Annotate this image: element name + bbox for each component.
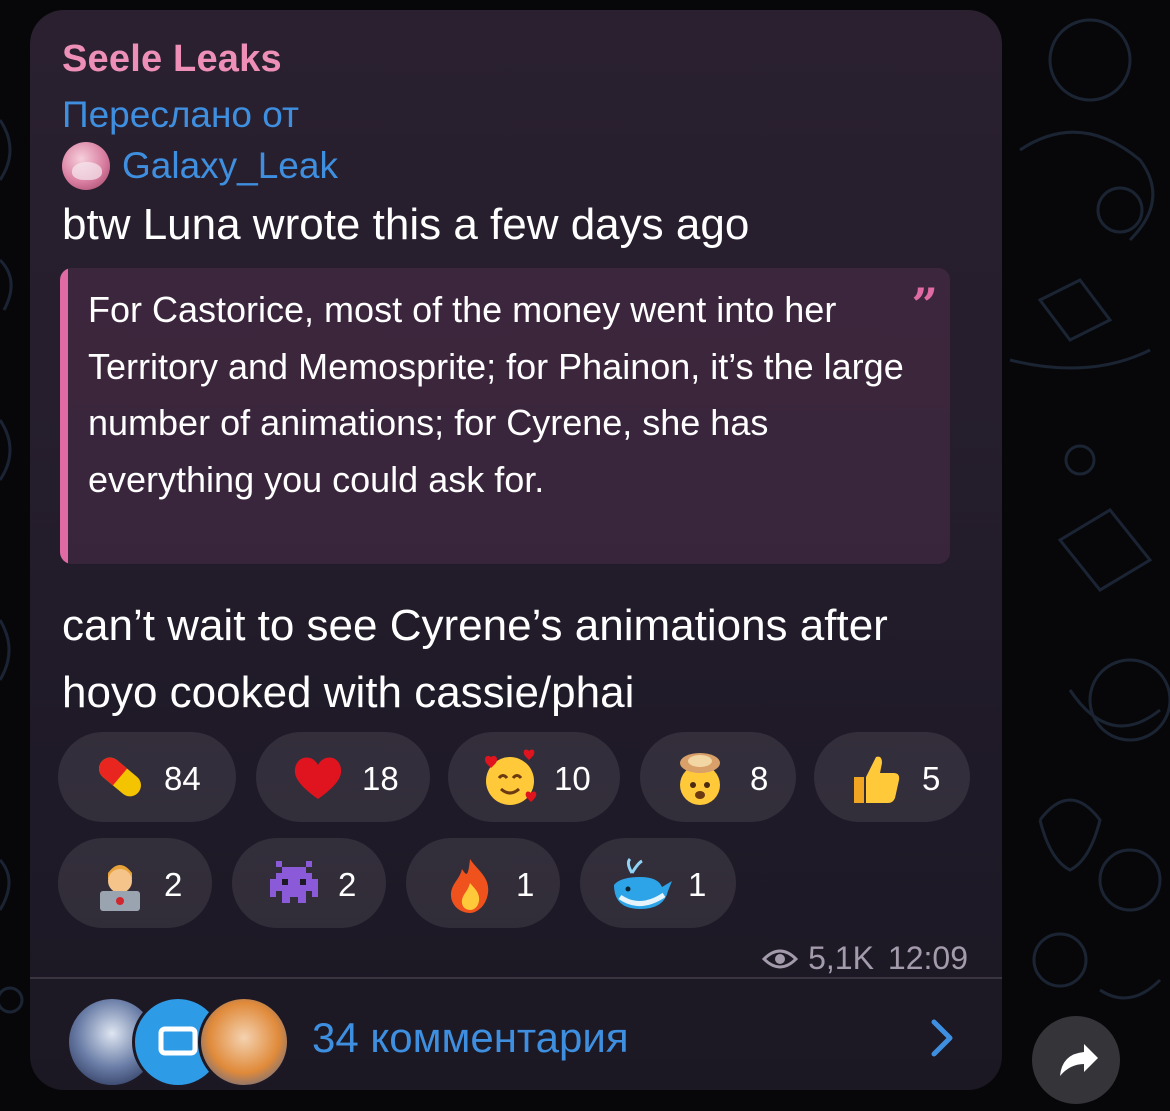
forwarded-source[interactable]: Galaxy_Leak: [62, 142, 338, 190]
reaction-count: 1: [516, 866, 535, 903]
reaction-technologist[interactable]: 2: [58, 838, 212, 928]
channel-name[interactable]: Seele Leaks: [62, 38, 282, 81]
quote-accent-bar: [60, 268, 68, 564]
reaction-exploding-head[interactable]: 8: [640, 732, 796, 822]
whale-icon: [614, 857, 672, 909]
red-heart-icon: [294, 757, 342, 799]
reaction-count: 5: [922, 760, 941, 797]
forwarded-label: Переслано от: [62, 94, 299, 135]
exploding-head-icon: [680, 753, 720, 805]
quote-mark-icon: ”: [911, 278, 938, 332]
reaction-heart[interactable]: 18: [256, 732, 430, 822]
reaction-count: 10: [554, 760, 591, 797]
pill-icon: [99, 757, 141, 797]
comments-button[interactable]: 34 комментария: [30, 980, 1002, 1090]
message-text-outro: can’t wait to see Cyrene’s animations af…: [62, 601, 888, 717]
reaction-whale[interactable]: 1: [580, 838, 736, 928]
alien-monster-icon: [270, 861, 318, 903]
message-text-intro: btw Luna wrote this a few days ago: [62, 200, 750, 249]
reaction-alien-monster[interactable]: 2: [232, 838, 386, 928]
thumbs-up-icon: [854, 756, 900, 803]
reaction-smiling-hearts[interactable]: 10: [448, 732, 620, 822]
source-avatar[interactable]: [62, 142, 110, 190]
reaction-count: 1: [688, 866, 707, 903]
share-arrow-icon: [1060, 1044, 1098, 1076]
fire-icon: [450, 859, 489, 913]
quote-block: For Castorice, most of the money went in…: [60, 268, 950, 564]
reaction-count: 18: [362, 760, 399, 797]
source-name[interactable]: Galaxy_Leak: [122, 145, 338, 187]
comments-divider: [30, 977, 1002, 979]
technologist-icon: [100, 865, 140, 911]
reaction-count: 2: [164, 866, 183, 903]
reaction-fire[interactable]: 1: [406, 838, 560, 928]
message-meta: 5,1K 12:09: [762, 940, 968, 977]
reaction-pill[interactable]: 84: [58, 732, 236, 822]
share-button[interactable]: [1032, 1016, 1120, 1104]
eye-icon: [762, 949, 799, 968]
comments-count-label[interactable]: 34 комментария: [312, 1014, 629, 1062]
message-bubble[interactable]: Seele Leaks Переслано от Galaxy_Leak btw…: [30, 10, 1002, 1090]
reaction-count: 8: [750, 760, 769, 797]
commenter-avatar: [198, 996, 290, 1088]
reaction-thumbs-up[interactable]: 5: [814, 732, 970, 822]
message-time: 12:09: [887, 940, 968, 976]
views-count: 5,1K: [808, 940, 874, 976]
reaction-count: 2: [338, 866, 357, 903]
smiling-face-with-hearts-icon: [484, 749, 537, 805]
chevron-right-icon[interactable]: [928, 1018, 958, 1058]
quote-text: For Castorice, most of the money went in…: [88, 289, 904, 500]
reaction-count: 84: [164, 760, 201, 797]
